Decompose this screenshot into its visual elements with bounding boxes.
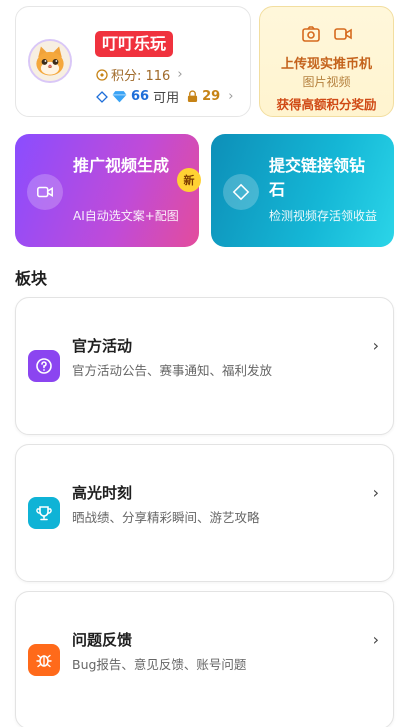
assets-row[interactable]: 66 可用 29 › [96,87,233,106]
promo-video-subtitle: AI自动选文案+配图 [73,209,179,223]
lock-icon [188,90,198,102]
diamond-icon [223,174,259,210]
page: 叮叮乐玩 积分: 116 › 66 可用 29 › 上传现实推币机 图片视频 获… [0,0,414,727]
submit-link-subtitle: 检测视频存活领收益 [269,209,378,223]
coin-icon [96,68,108,81]
cat-avatar-icon [30,41,70,81]
points-link[interactable]: 积分: 116 › [96,65,183,84]
user-profile-card[interactable]: 叮叮乐玩 积分: 116 › 66 可用 29 › [15,6,251,117]
question-icon [28,350,60,382]
board-title: 官方活动 [72,337,133,355]
section-title: 板块 [15,269,48,288]
points-value: 积分: 116 [111,69,171,84]
upload-reward: 获得高额积分奖励 [276,97,377,112]
video-camera-icon [333,28,352,40]
submit-link-title: 提交链接领钻石 [269,156,366,199]
locked-count: 29 [202,89,221,104]
upload-icons [260,24,393,44]
promo-video-card[interactable]: 推广视频生成 新 AI自动选文案+配图 [15,134,201,247]
chevron-right-icon: › [372,336,379,355]
board-feedback[interactable]: 问题反馈 Bug报告、意见反馈、账号问题 › [15,591,394,727]
board-title: 问题反馈 [72,631,133,649]
board-highlights[interactable]: 高光时刻 晒战绩、分享精彩瞬间、游艺攻略 › [15,444,394,582]
chevron-right-icon: › [177,67,183,82]
username: 叮叮乐玩 [95,31,174,57]
upload-title: 上传现实推币机 [280,57,372,72]
diamond-count: 66 [131,89,150,104]
upload-subtitle: 图片视频 [302,75,351,89]
camera-icon [301,26,320,42]
chevron-right-icon: › [228,89,234,104]
bug-icon [28,644,60,676]
upload-machine-card[interactable]: 上传现实推币机 图片视频 获得高额积分奖励 [259,6,394,117]
video-icon [27,174,63,210]
diamond-outline-icon [96,90,108,103]
chevron-right-icon: › [372,630,379,649]
blue-diamond-icon [112,91,127,103]
board-title: 高光时刻 [72,484,133,502]
board-description: 晒战绩、分享精彩瞬间、游艺攻略 [72,510,260,525]
new-badge: 新 [177,168,201,192]
available-label: 可用 [153,91,180,106]
avatar[interactable] [28,39,72,83]
trophy-icon [28,497,60,529]
promo-video-title: 推广视频生成 [73,156,170,175]
board-description: Bug报告、意见反馈、账号问题 [72,657,247,672]
board-official-events[interactable]: 官方活动 官方活动公告、赛事通知、福利发放 › [15,297,394,435]
submit-link-card[interactable]: 提交链接领钻石 检测视频存活领收益 [211,134,394,247]
chevron-right-icon: › [372,483,379,502]
board-description: 官方活动公告、赛事通知、福利发放 [72,363,273,378]
